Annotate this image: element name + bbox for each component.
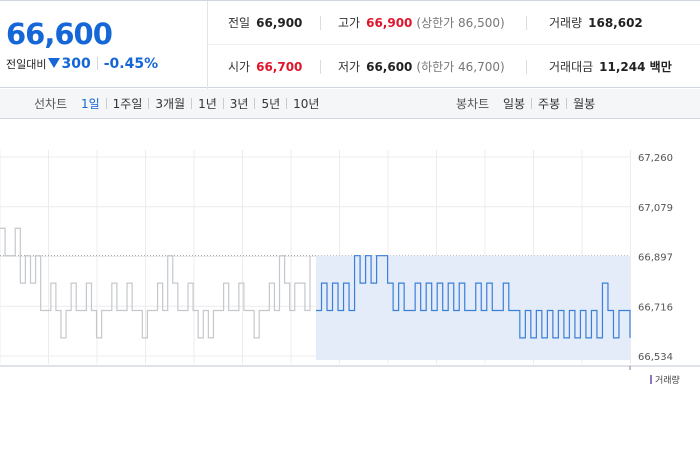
- tab-10year[interactable]: 10년: [293, 89, 319, 119]
- y-tick-label: 67,260: [638, 153, 673, 164]
- divider: [320, 60, 321, 74]
- tab-3year[interactable]: 3년: [230, 89, 249, 119]
- y-tick-label: 67,079: [638, 203, 673, 214]
- stock-quote-panel: 66,600 전일대비 300 -0.45% 전일 66,900 고가 66,900 (상…: [0, 0, 700, 89]
- divider: [566, 98, 568, 109]
- tab-monthly-candle[interactable]: 월봉: [573, 89, 595, 119]
- info-value: 66,900: [366, 16, 413, 30]
- divider: [105, 98, 107, 109]
- info-label: 전일: [228, 16, 251, 30]
- y-tick-label: 66,897: [638, 253, 673, 264]
- info-value: 168,602: [588, 16, 643, 30]
- info-value: 66,600: [366, 60, 413, 74]
- compare-label: 전일대비: [6, 58, 47, 71]
- divider: [254, 98, 256, 109]
- divider: [148, 98, 150, 109]
- info-row-2: 시가 66,700 저가 66,600 (하한가 46,700) 거래대금 11,244…: [208, 45, 700, 89]
- change-value: 300: [61, 56, 91, 72]
- info-label: 거래량: [549, 16, 583, 30]
- tab-1day[interactable]: 1일: [81, 89, 100, 119]
- divider: [320, 16, 321, 30]
- info-value: 66,700: [256, 60, 303, 74]
- info-value: 11,244 백만: [599, 60, 672, 74]
- chart-canvas: 67,260 67,079 66,897 66,716 66,534: [0, 150, 700, 370]
- info-low: 저가 66,600 (하한가 46,700): [338, 45, 505, 89]
- chart-tab-bar: 선차트 1일 1주일 3개월 1년 3년 5년 10년 봉차트 일봉 주봉 월봉: [0, 89, 700, 119]
- info-sub: (하한가 46,700): [416, 60, 505, 74]
- intraday-price-chart: 67,260 67,079 66,897 66,716 66,534: [0, 120, 700, 370]
- down-triangle-icon: [48, 58, 61, 68]
- divider: [96, 57, 98, 70]
- info-label: 고가: [338, 16, 361, 30]
- info-trade-amount: 거래대금 11,244 백만: [549, 45, 672, 89]
- divider: [526, 16, 527, 30]
- info-sub: (상한가 86,500): [416, 16, 505, 30]
- current-price: 66,600: [6, 17, 113, 51]
- series-line-previous-day: [0, 227, 311, 339]
- today-area: [316, 255, 630, 360]
- change-line: 전일대비 300 -0.45%: [6, 56, 158, 72]
- tab-daily-candle[interactable]: 일봉: [503, 89, 525, 119]
- candle-chart-tabs: 봉차트 일봉 주봉 월봉: [456, 89, 595, 119]
- info-label: 시가: [228, 60, 251, 74]
- divider: [191, 98, 193, 109]
- info-label: 저가: [338, 60, 361, 74]
- line-chart-label: 선차트: [34, 97, 68, 111]
- info-volume: 거래량 168,602: [549, 1, 643, 45]
- info-value: 66,900: [256, 16, 303, 30]
- divider: [531, 98, 533, 109]
- info-label: 거래대금: [549, 60, 594, 74]
- info-prev-close: 전일 66,900: [228, 1, 302, 45]
- tab-1year[interactable]: 1년: [198, 89, 217, 119]
- volume-legend-swatch: [650, 375, 652, 384]
- volume-legend: 거래량: [650, 373, 680, 386]
- line-chart-tabs: 선차트 1일 1주일 3개월 1년 3년 5년 10년: [34, 89, 319, 119]
- tab-1week[interactable]: 1주일: [113, 89, 143, 119]
- info-high: 고가 66,900 (상한가 86,500): [338, 1, 505, 45]
- divider: [526, 60, 527, 74]
- candle-chart-label: 봉차트: [456, 97, 490, 111]
- y-tick-label: 66,534: [638, 352, 673, 363]
- current-price-box: 66,600 전일대비 300 -0.45%: [0, 1, 208, 89]
- info-open: 시가 66,700: [228, 45, 302, 89]
- tab-weekly-candle[interactable]: 주봉: [538, 89, 560, 119]
- info-row-1: 전일 66,900 고가 66,900 (상한가 86,500) 거래량 168,602: [208, 1, 700, 45]
- y-tick-label: 66,716: [638, 302, 673, 313]
- tab-5year[interactable]: 5년: [261, 89, 280, 119]
- divider: [286, 98, 288, 109]
- volume-legend-label: 거래량: [655, 376, 680, 386]
- change-rate: -0.45%: [103, 56, 159, 72]
- tab-3month[interactable]: 3개월: [155, 89, 185, 119]
- divider: [222, 98, 224, 109]
